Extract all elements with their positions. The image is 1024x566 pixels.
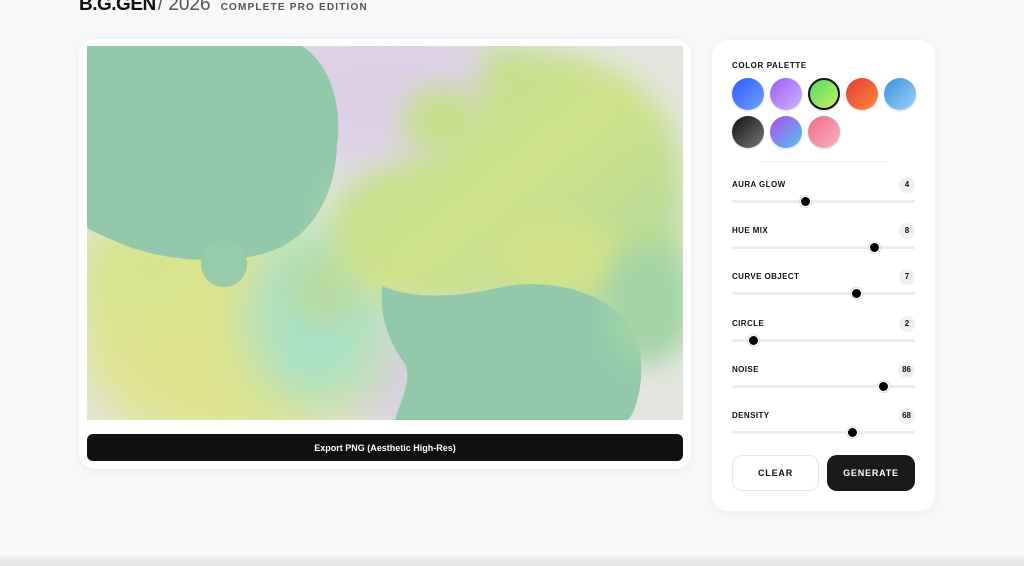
- slider-label: NOISE: [732, 364, 759, 374]
- brand-year: / 2026: [157, 0, 211, 15]
- edition-label: COMPLETE PRO EDITION: [220, 2, 368, 13]
- slider-track[interactable]: [732, 196, 915, 207]
- slider-label: HUE MIX: [732, 226, 769, 236]
- slider-value-badge: 2: [899, 315, 915, 332]
- slider-thumb[interactable]: [878, 380, 890, 392]
- clear-button[interactable]: CLEAR: [732, 455, 819, 491]
- color-palette-title: COLOR PALETTE: [732, 61, 807, 70]
- slider-circle: CIRCLE 2: [732, 315, 915, 359]
- slider-aura-glow: AURA GLOW 4: [732, 177, 915, 220]
- slider-thumb[interactable]: [748, 334, 760, 346]
- slider-value-badge: 86: [898, 361, 915, 378]
- color-swatch-sky[interactable]: [884, 78, 916, 110]
- brand-logo-text: B.G.GEN: [79, 0, 156, 15]
- color-swatch-red-orange[interactable]: [846, 78, 878, 110]
- slider-value-badge: 4: [899, 177, 915, 193]
- color-swatch-purple[interactable]: [770, 78, 802, 110]
- slider-value-badge: 68: [898, 408, 915, 424]
- slider-track[interactable]: [732, 427, 915, 438]
- generate-button[interactable]: GENERATE: [827, 455, 915, 491]
- color-swatch-charcoal[interactable]: [732, 116, 764, 148]
- slider-value-badge: 8: [899, 223, 915, 240]
- generated-background-image: [87, 46, 683, 420]
- slider-label: CURVE OBJECT: [732, 272, 800, 282]
- slider-value-badge: 7: [899, 269, 915, 286]
- export-png-button[interactable]: Export PNG (Aesthetic High-Res): [87, 434, 683, 461]
- slider-thumb[interactable]: [869, 242, 881, 254]
- background-preview-canvas: [87, 46, 683, 420]
- settings-panel: COLOR PALETTE AURA GLOW 4 HUE MIX 8 CURVE OB…: [712, 40, 935, 511]
- slider-label: AURA GLOW: [732, 180, 786, 189]
- color-swatch-lime[interactable]: [808, 78, 840, 110]
- color-swatch-pink[interactable]: [808, 116, 840, 148]
- slider-label: CIRCLE: [732, 318, 765, 328]
- slider-thumb[interactable]: [847, 427, 859, 438]
- slider-thumb[interactable]: [799, 196, 811, 207]
- slider-thumb[interactable]: [850, 288, 862, 300]
- slider-density: DENSITY 68: [732, 408, 915, 451]
- page-bottom-edge: [0, 556, 1024, 566]
- slider-track[interactable]: [732, 380, 915, 392]
- preview-card: Export PNG (Aesthetic High-Res): [79, 39, 691, 469]
- slider-label: DENSITY: [732, 411, 770, 420]
- panel-divider: [760, 161, 888, 162]
- color-swatch-blue[interactable]: [732, 78, 764, 110]
- slider-curve-object: CURVE OBJECT 7: [732, 269, 915, 312]
- slider-noise: NOISE 86: [732, 361, 915, 405]
- app-header: B.G.GEN / 2026 COMPLETE PRO EDITION: [79, 0, 368, 16]
- slider-track[interactable]: [732, 242, 915, 254]
- slider-track[interactable]: [732, 334, 915, 346]
- slider-hue-mix: HUE MIX 8: [732, 223, 915, 266]
- slider-track[interactable]: [732, 288, 915, 300]
- color-swatch-violet-cyan[interactable]: [770, 116, 802, 148]
